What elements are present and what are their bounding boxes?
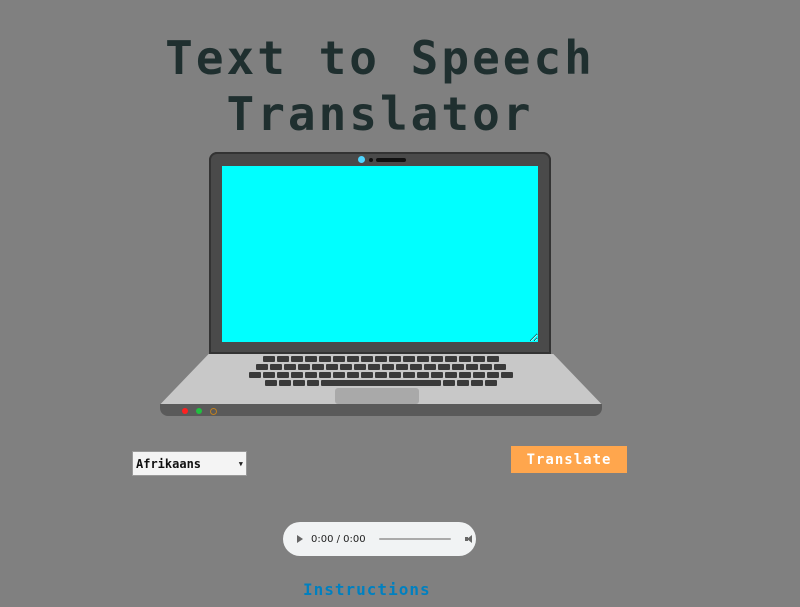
title-line-1: Text to Speech xyxy=(165,31,595,85)
page-title: Text to Speech Translator xyxy=(0,30,760,142)
instructions-link[interactable]: Instructions xyxy=(303,580,431,599)
language-select[interactable]: Afrikaans ▼ xyxy=(132,451,247,476)
text-input[interactable] xyxy=(222,166,538,342)
camera-dot xyxy=(369,158,373,162)
volume-icon[interactable] xyxy=(464,534,475,544)
camera-bar xyxy=(376,158,406,162)
touchpad xyxy=(335,388,419,404)
laptop-front-edge xyxy=(160,404,602,416)
translate-button[interactable]: Translate xyxy=(511,446,627,473)
keyboard xyxy=(228,356,534,386)
language-select-value: Afrikaans xyxy=(136,456,202,471)
chevron-down-icon: ▼ xyxy=(238,460,243,468)
play-icon[interactable] xyxy=(297,535,303,543)
red-led-icon xyxy=(182,408,188,414)
audio-player[interactable]: 0:00 / 0:00 xyxy=(283,522,476,556)
green-led-icon xyxy=(196,408,202,414)
camera-icon xyxy=(358,156,365,163)
laptop-illustration xyxy=(160,152,602,418)
power-led-icon xyxy=(210,408,217,415)
title-line-2: Translator xyxy=(226,87,534,141)
audio-time: 0:00 / 0:00 xyxy=(311,533,366,545)
laptop-lid xyxy=(209,152,551,354)
audio-progress-track[interactable] xyxy=(378,538,451,540)
